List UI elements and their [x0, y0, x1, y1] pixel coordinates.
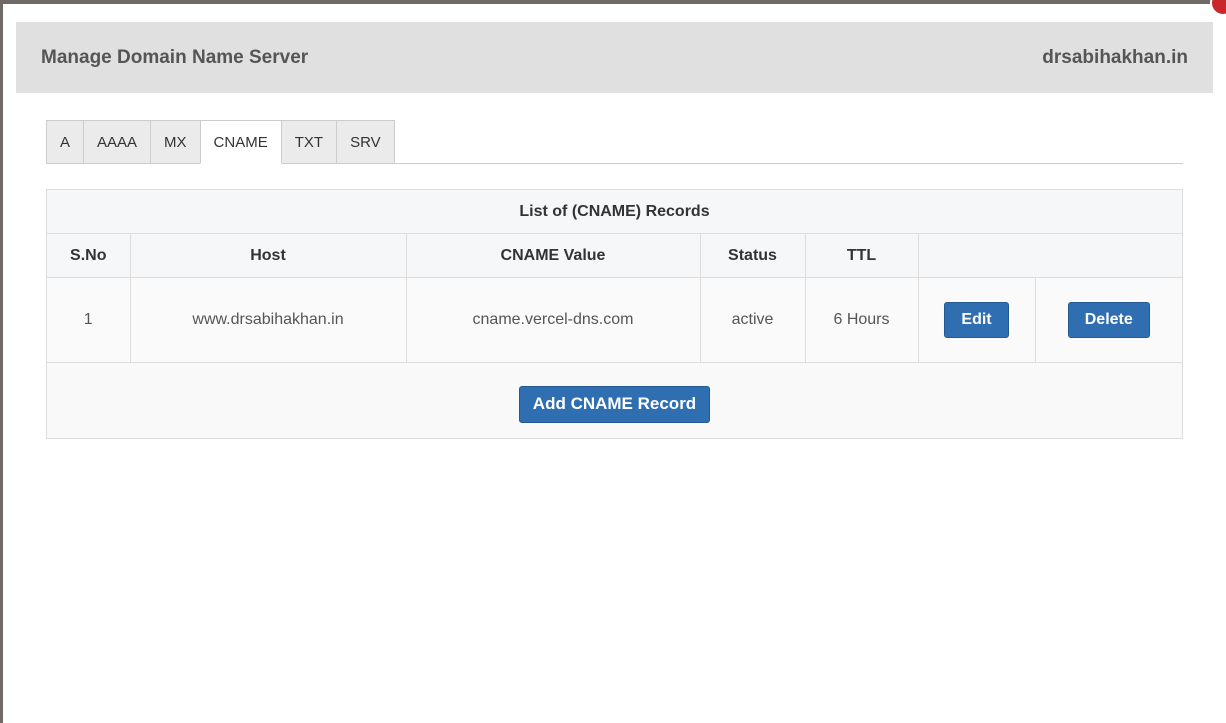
- tab-srv[interactable]: SRV: [336, 120, 395, 163]
- cname-records-table: List of (CNAME) Records S.No Host CNAME …: [47, 190, 1182, 363]
- cell-host: www.drsabihakhan.in: [129, 277, 407, 363]
- column-header-ttl: TTL: [804, 233, 919, 278]
- tab-a[interactable]: A: [46, 120, 85, 163]
- modal-header: Manage Domain Name Server drsabihakhan.i…: [16, 22, 1213, 93]
- window-frame-top: [0, 0, 1226, 4]
- record-type-tabs: A AAAA MX CNAME TXT SRV: [46, 120, 1183, 164]
- delete-button[interactable]: Delete: [1067, 302, 1150, 338]
- column-header-cname-value: CNAME Value: [405, 233, 701, 278]
- column-header-actions: [917, 233, 1182, 278]
- close-icon[interactable]: [1210, 0, 1226, 16]
- add-cname-record-button[interactable]: Add CNAME Record: [518, 385, 711, 423]
- cell-sno: 1: [47, 277, 131, 363]
- cell-delete: Delete: [1034, 277, 1182, 363]
- table-caption: List of (CNAME) Records: [47, 190, 1182, 234]
- page-title: Manage Domain Name Server: [41, 46, 309, 68]
- tab-txt[interactable]: TXT: [280, 120, 338, 163]
- cell-status: active: [699, 277, 806, 363]
- records-panel: List of (CNAME) Records S.No Host CNAME …: [46, 189, 1183, 439]
- table-row: 1 www.drsabihakhan.in cname.vercel-dns.c…: [47, 277, 1182, 363]
- window-frame-left: [0, 0, 3, 723]
- edit-button[interactable]: Edit: [944, 302, 1009, 338]
- domain-name: drsabihakhan.in: [1042, 46, 1188, 68]
- cell-ttl: 6 Hours: [804, 277, 919, 363]
- add-record-area: Add CNAME Record: [47, 363, 1182, 445]
- tab-cname[interactable]: CNAME: [199, 120, 282, 164]
- column-header-host: Host: [129, 233, 407, 278]
- cell-edit: Edit: [917, 277, 1036, 363]
- column-header-sno: S.No: [47, 233, 131, 278]
- tab-mx[interactable]: MX: [150, 120, 201, 163]
- cell-cname-value: cname.vercel-dns.com: [405, 277, 701, 363]
- tab-aaaa[interactable]: AAAA: [83, 120, 152, 163]
- column-header-status: Status: [699, 233, 806, 278]
